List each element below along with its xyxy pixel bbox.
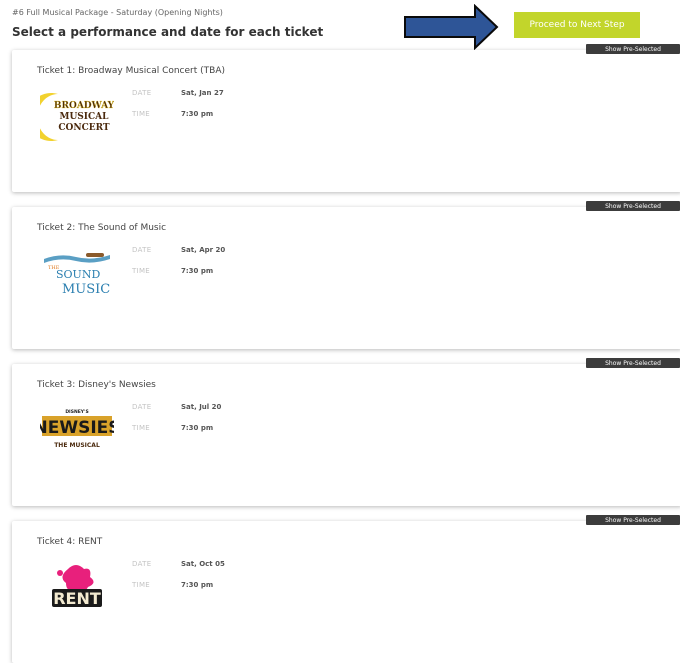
show-preselected-badge[interactable]: Show Pre-Selected (586, 515, 680, 525)
date-value: Sat, Jul 20 (181, 403, 222, 411)
date-label: DATE (132, 89, 152, 97)
ticket-card: Show Pre-Selected Ticket 1: Broadway Mus… (12, 44, 680, 192)
date-label: DATE (132, 560, 152, 568)
time-label: TIME (132, 581, 151, 589)
show-preselected-badge[interactable]: Show Pre-Selected (586, 201, 680, 211)
date-value: Sat, Jan 27 (181, 89, 224, 97)
time-label: TIME (132, 267, 151, 275)
show-preselected-badge[interactable]: Show Pre-Selected (586, 44, 680, 54)
ticket-card: Show Pre-Selected Ticket 4: RENT RENT DA… (12, 515, 680, 663)
ticket-title: Ticket 3: Disney's Newsies (37, 380, 156, 390)
ticket-title: Ticket 1: Broadway Musical Concert (TBA) (37, 66, 225, 76)
package-label: #6 Full Musical Package - Saturday (Open… (12, 8, 223, 17)
svg-text:BROADWAY: BROADWAY (54, 101, 114, 111)
svg-text:THE MUSICAL: THE MUSICAL (54, 442, 100, 449)
time-value: 7:30 pm (181, 424, 214, 432)
ticket-card: Show Pre-Selected Ticket 3: Disney's New… (12, 358, 680, 506)
svg-text:NEWSIES: NEWSIES (40, 418, 114, 438)
date-label: DATE (132, 403, 152, 411)
newsies-logo: DISNEY'S NEWSIES THE MUSICAL (40, 409, 114, 449)
show-preselected-badge[interactable]: Show Pre-Selected (586, 358, 680, 368)
svg-text:MUSICAL: MUSICAL (60, 112, 110, 122)
page-title: Select a performance and date for each t… (12, 25, 324, 39)
time-label: TIME (132, 424, 151, 432)
svg-text:CONCERT: CONCERT (58, 123, 110, 133)
date-value: Sat, Oct 05 (181, 560, 225, 568)
svg-text:DISNEY'S: DISNEY'S (65, 409, 88, 415)
svg-text:RENT: RENT (53, 589, 101, 608)
rent-logo: RENT (52, 565, 102, 608)
date-value: Sat, Apr 20 (181, 246, 226, 254)
time-value: 7:30 pm (181, 110, 214, 118)
proceed-button[interactable]: Proceed to Next Step (514, 12, 640, 38)
time-value: 7:30 pm (181, 581, 214, 589)
ticket-title: Ticket 4: RENT (37, 537, 103, 547)
svg-text:SOUND: SOUND (56, 268, 100, 281)
broadway-concert-logo: BROADWAY MUSICAL CONCERT (40, 93, 114, 141)
arrow-right-icon (404, 4, 499, 50)
ticket-title: Ticket 2: The Sound of Music (37, 223, 167, 233)
time-label: TIME (132, 110, 151, 118)
svg-text:MUSIC: MUSIC (62, 282, 110, 297)
ticket-card: Show Pre-Selected Ticket 2: The Sound of… (12, 201, 680, 349)
time-value: 7:30 pm (181, 267, 214, 275)
date-label: DATE (132, 246, 152, 254)
sound-of-music-logo: THE SOUND MUSIC (44, 253, 110, 297)
